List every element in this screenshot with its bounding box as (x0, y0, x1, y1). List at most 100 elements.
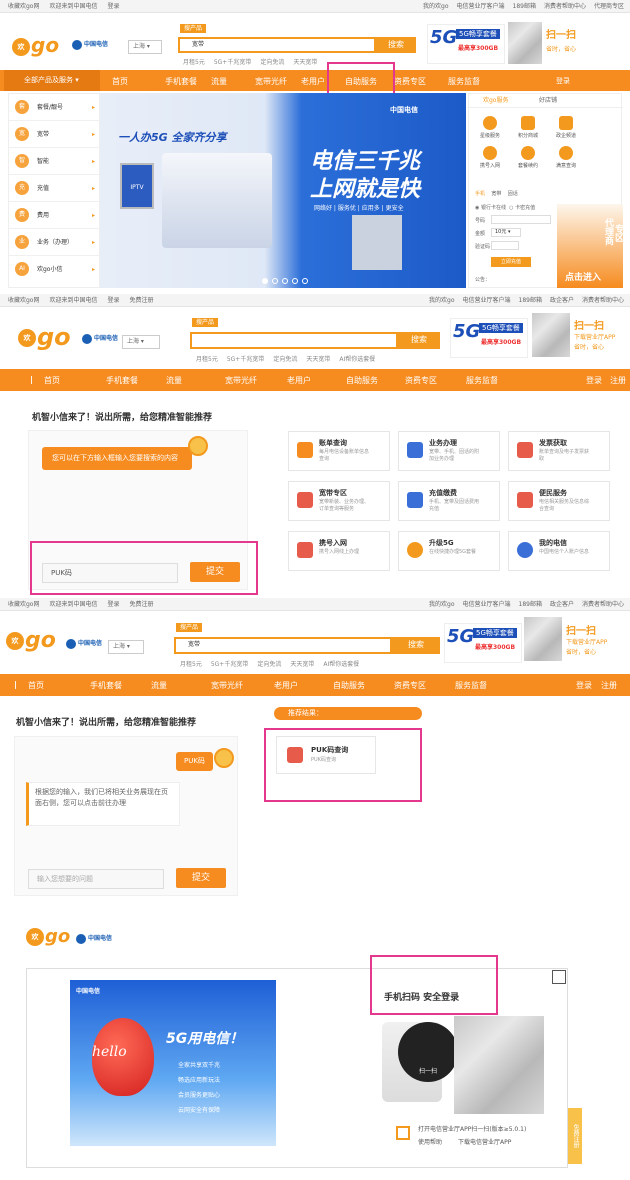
help-link[interactable]: 消费者帮助中心 (544, 3, 586, 10)
panel-icon-item[interactable]: 政企频道 (551, 116, 581, 139)
logo[interactable]: 欢 go (6, 628, 56, 653)
nav-broadband[interactable]: 宽带光纤 (211, 680, 243, 691)
register-link[interactable]: 免费注册 (130, 297, 154, 304)
question-input[interactable]: 输入您想要的问题 (28, 869, 164, 889)
service-card[interactable]: 充值缴费 手机、宽带及固话费用充值 (398, 481, 500, 521)
carousel-dots[interactable] (262, 278, 312, 286)
service-card[interactable]: 我的电信 中国电信个人账户信息 (508, 531, 610, 571)
my-link[interactable]: 我的欢go (423, 3, 448, 10)
radio-card[interactable]: ○ 卡密充值 (509, 205, 535, 211)
hot-word[interactable]: AI帮你选套餐 (323, 661, 359, 668)
fav-link[interactable]: 收藏欢go网 (8, 297, 39, 304)
login-link[interactable]: 登录 (108, 601, 120, 608)
panel-icon-item[interactable]: 携号入网 (475, 146, 505, 169)
register-side-tab[interactable]: 免费注册 (568, 1108, 582, 1164)
panel-icon-item[interactable]: 星级服务 (475, 116, 505, 139)
carousel-dot[interactable] (272, 278, 278, 284)
carousel-dot[interactable] (262, 278, 268, 284)
submit-button[interactable]: 提交 (176, 868, 226, 888)
amount-select[interactable]: 10元 ▾ (491, 228, 521, 237)
sidebar-item[interactable]: 宽 宽带 ▸ (9, 121, 101, 148)
nav-login[interactable]: 登录 (556, 76, 570, 86)
hot-word[interactable]: 天天宽带 (293, 59, 317, 66)
nav-phone[interactable]: 手机套餐 (165, 76, 197, 87)
hot-word[interactable]: 月租5元 (196, 356, 218, 363)
service-card[interactable]: 携号入网 携号入网线上办理 (288, 531, 390, 571)
panel-icon-item[interactable]: 满意查询 (551, 146, 581, 169)
code-input[interactable] (491, 241, 519, 250)
service-card[interactable]: 升级5G 在线快捷办理5G套餐 (398, 531, 500, 571)
fav-link[interactable]: 收藏欢go网 (8, 3, 39, 10)
nav-login[interactable]: 登录 (576, 680, 592, 691)
sidebar-item[interactable]: 业 业务（办理） ▸ (9, 229, 101, 256)
nav-register[interactable]: 注册 (610, 375, 626, 386)
hot-word[interactable]: 定向免流 (273, 356, 297, 363)
tab-huango[interactable]: 欢go服务 (483, 94, 508, 108)
service-card[interactable]: 便民服务 电信相关服务及信息综合查询 (508, 481, 610, 521)
nav-tariff[interactable]: 资费专区 (394, 76, 426, 87)
help-link[interactable]: 消费者帮助中心 (582, 297, 624, 304)
search-button[interactable]: 搜索 (392, 637, 440, 654)
sidebar-item[interactable]: AI 欢go小信 ▸ (9, 256, 101, 283)
nav-register[interactable]: 注册 (601, 680, 617, 691)
search-input[interactable]: 宽带 (174, 637, 392, 654)
nav-broadband[interactable]: 宽带光纤 (225, 375, 257, 386)
gov-link[interactable]: 政企客户 (550, 297, 574, 304)
search-tab[interactable]: 搜产品 (180, 24, 207, 33)
nav-broadband[interactable]: 宽带光纤 (255, 76, 287, 87)
nav-supervise[interactable]: 服务监督 (466, 375, 498, 386)
nav-tariff[interactable]: 资费专区 (405, 375, 437, 386)
mail-link[interactable]: 189邮箱 (519, 297, 542, 304)
recharge-tab[interactable]: 固话 (508, 191, 518, 197)
register-link[interactable]: 免费注册 (130, 601, 154, 608)
nav-old-user[interactable]: 老用户 (301, 76, 325, 87)
mail-link[interactable]: 189邮箱 (519, 601, 542, 608)
hero-banner[interactable]: 一人办5G 全家齐分享 IPTV 电信三千兆 上网就是快 网络好 | 服务优 |… (100, 93, 466, 288)
hot-word[interactable]: 定向免流 (260, 59, 284, 66)
logo[interactable]: 欢 go (18, 323, 71, 351)
nav-flow[interactable]: 流量 (151, 680, 167, 691)
search-input[interactable]: 宽带 (178, 37, 376, 53)
pay-button[interactable]: 立即充值 (491, 257, 531, 267)
hot-word[interactable]: 天天宽带 (290, 661, 314, 668)
sidebar-item[interactable]: 套 套餐/靓号 ▸ (9, 94, 101, 121)
ad-5g[interactable]: 5G 5G畅享套餐 最高享300GB (427, 24, 505, 64)
city-select[interactable]: 上海 ▾ (122, 335, 160, 349)
city-select[interactable]: 上海 ▾ (128, 40, 162, 54)
carousel-dot[interactable] (282, 278, 288, 284)
recharge-tab[interactable]: 手机 (475, 191, 485, 197)
nav-old-user[interactable]: 老用户 (274, 680, 298, 691)
logo[interactable]: 欢 go (12, 33, 59, 57)
hot-word[interactable]: AI帮你选套餐 (339, 356, 375, 363)
nav-home[interactable]: 首页 (44, 375, 60, 386)
nav-tariff[interactable]: 资费专区 (394, 680, 426, 691)
recharge-tab[interactable]: 宽带 (491, 191, 501, 197)
login-qr-code[interactable] (454, 1016, 544, 1114)
search-tab[interactable]: 搜产品 (192, 318, 219, 327)
agent-zone-banner[interactable]: 代理商 专区 点击进入 (557, 204, 623, 288)
app-link[interactable]: 电信营业厅客户端 (463, 601, 511, 608)
nav-home[interactable]: 首页 (112, 76, 128, 87)
panel-icon-item[interactable]: 套餐续约 (513, 146, 543, 169)
hot-word[interactable]: 5G+千兆宽带 (211, 661, 249, 668)
nav-login[interactable]: 登录 (586, 375, 602, 386)
hot-word[interactable]: 5G+千兆宽带 (214, 59, 252, 66)
carousel-dot[interactable] (292, 278, 298, 284)
nav-flow[interactable]: 流量 (166, 375, 182, 386)
my-link[interactable]: 我的欢go (429, 601, 454, 608)
my-link[interactable]: 我的欢go (429, 297, 454, 304)
nav-old-user[interactable]: 老用户 (287, 375, 311, 386)
nav-supervise[interactable]: 服务监督 (455, 680, 487, 691)
ad-5g[interactable]: 5G 5G畅享套餐 最高享300GB (450, 318, 528, 358)
service-card[interactable]: 业务办理 宽带、手机、固话的附加业务办理 (398, 431, 500, 471)
hot-word[interactable]: 月租5元 (183, 59, 205, 66)
hot-word[interactable]: 5G+千兆宽带 (227, 356, 265, 363)
tab-shop[interactable]: 好店铺 (539, 94, 557, 108)
search-button[interactable]: 搜索 (376, 37, 416, 53)
nav-self-service[interactable]: 自助服务 (333, 680, 365, 691)
search-button[interactable]: 搜索 (398, 332, 440, 349)
logo[interactable]: 欢 go (26, 926, 70, 947)
search-input[interactable] (190, 332, 398, 349)
service-card[interactable]: 账单查询 每月电信设备账单信息查询 (288, 431, 390, 471)
fav-link[interactable]: 收藏欢go网 (8, 601, 39, 608)
